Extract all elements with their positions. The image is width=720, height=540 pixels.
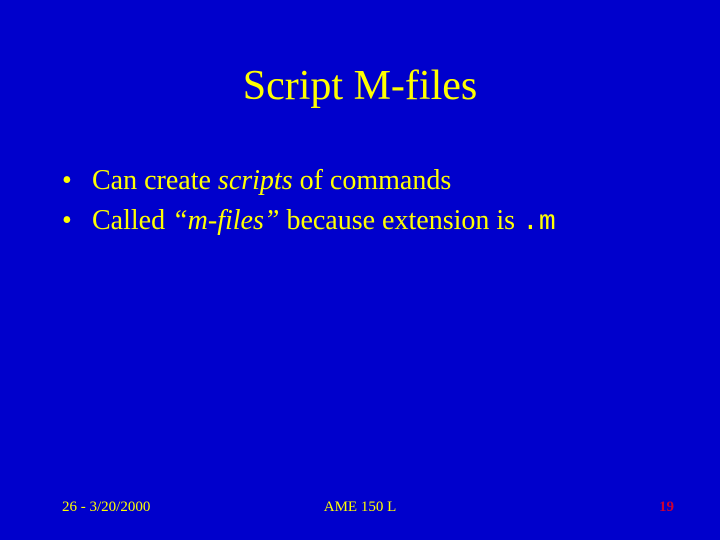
footer-course: AME 150 L xyxy=(0,499,720,516)
text-run: of commands xyxy=(293,165,452,196)
bullet-item: • Can create scripts of commands xyxy=(62,162,680,200)
text-italic: scripts xyxy=(218,165,293,196)
bullet-dot: • xyxy=(62,162,92,200)
slide: Script M-files • Can create scripts of c… xyxy=(0,0,720,540)
bullet-text: Can create scripts of commands xyxy=(92,162,451,200)
footer-page-number: 19 xyxy=(659,499,674,516)
text-run: Can create xyxy=(92,165,218,196)
text-mono: .m xyxy=(522,207,556,238)
slide-title: Script M-files xyxy=(0,62,720,110)
text-italic: “m-files” xyxy=(172,205,279,236)
bullet-list: • Can create scripts of commands • Calle… xyxy=(62,162,680,244)
bullet-dot: • xyxy=(62,202,92,240)
bullet-item: • Called “m-files” because extension is … xyxy=(62,202,680,242)
text-run: because extension is xyxy=(279,205,522,236)
text-run: Called xyxy=(92,205,172,236)
bullet-text: Called “m-files” because extension is .m xyxy=(92,202,556,242)
